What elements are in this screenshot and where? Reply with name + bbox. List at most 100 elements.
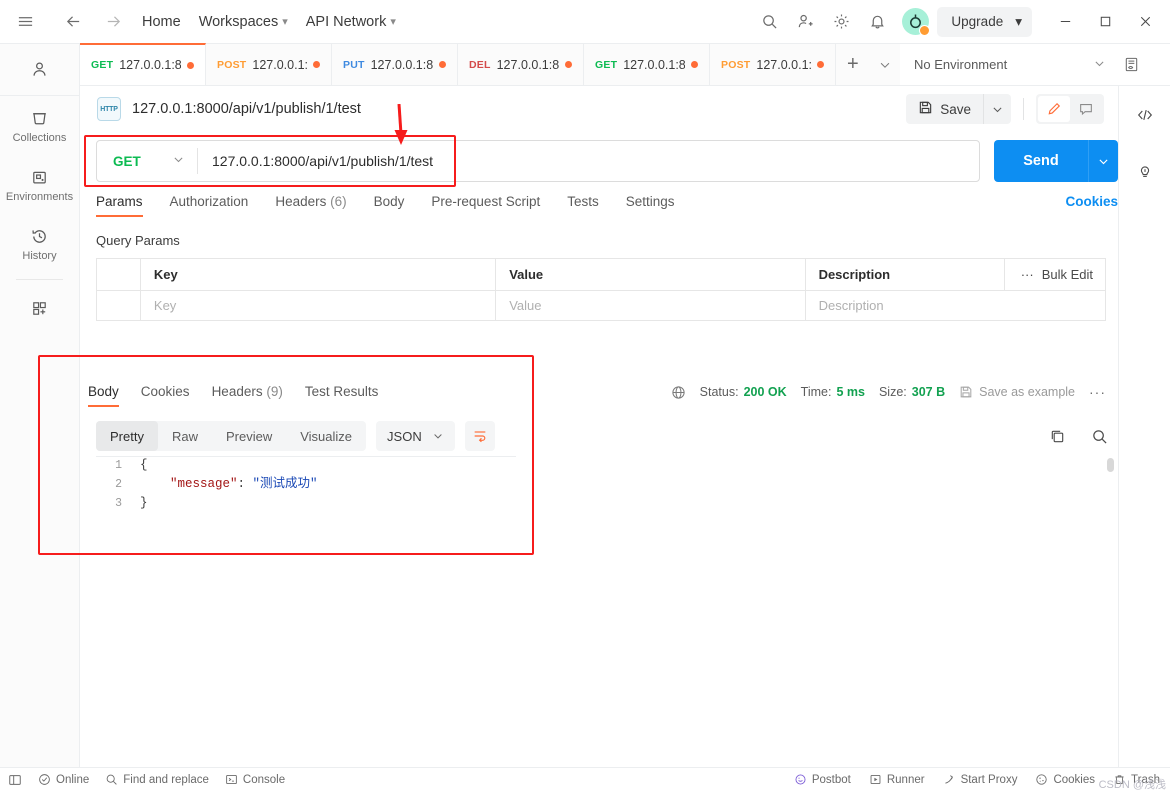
cookies-link[interactable]: Cookies [1065, 194, 1118, 209]
console-button[interactable]: Console [225, 773, 285, 786]
row-value-input[interactable]: Value [496, 291, 806, 321]
start-proxy-button[interactable]: Start Proxy [943, 773, 1017, 786]
trash-label: Trash [1131, 773, 1160, 786]
response-format-selector[interactable]: JSON [376, 421, 455, 451]
tab-settings[interactable]: Settings [626, 194, 675, 217]
arrow-left-icon[interactable] [56, 5, 90, 39]
table-header-row: Key Value Description ··· Bulk Edit [97, 259, 1106, 291]
search-icon[interactable] [752, 5, 786, 39]
request-tab[interactable]: GET 127.0.0.1:800( [80, 43, 206, 85]
sidebar-item-new[interactable] [0, 286, 79, 329]
view-mode-raw[interactable]: Raw [158, 421, 212, 451]
tab-pre-request-script[interactable]: Pre-request Script [431, 194, 540, 217]
comment-icon[interactable] [1070, 96, 1102, 122]
minimize-button[interactable] [1046, 5, 1084, 39]
tab-tests[interactable]: Tests [567, 194, 599, 217]
tab-pre-request-script-label: Pre-request Script [431, 194, 541, 209]
header-description: Description [805, 259, 1006, 291]
tab-body[interactable]: Body [374, 194, 405, 217]
find-and-replace-button[interactable]: Find and replace [105, 773, 209, 786]
arrow-right-icon[interactable] [96, 5, 130, 39]
upgrade-button[interactable]: Upgrade ▾ [937, 6, 1032, 37]
runner-button[interactable]: Runner [869, 773, 925, 786]
time-meta: Time: 5 ms [801, 385, 865, 399]
chevron-down-icon[interactable] [870, 44, 900, 85]
hamburger-icon[interactable] [8, 5, 42, 39]
maximize-button[interactable] [1086, 5, 1124, 39]
request-tab[interactable]: POST 127.0.0.1:800( [710, 44, 836, 85]
view-mode-preview[interactable]: Preview [212, 421, 286, 451]
sidebar-item-environments[interactable]: Environments [0, 155, 79, 214]
row-key-input[interactable]: Key [140, 291, 497, 321]
response-tab-cookies[interactable]: Cookies [141, 384, 190, 407]
code-token-brace-close: } [140, 496, 148, 510]
send-button[interactable]: Send [994, 140, 1088, 182]
time-value: 5 ms [836, 385, 865, 399]
view-mode-pretty[interactable]: Pretty [96, 421, 158, 451]
bulk-edit-button[interactable]: ··· Bulk Edit [1005, 259, 1106, 291]
tab-params[interactable]: Params [96, 194, 143, 217]
cookies-button[interactable]: Cookies [1035, 773, 1095, 786]
row-description-input[interactable]: Description [805, 291, 1105, 321]
url-input[interactable]: 127.0.0.1:8000/api/v1/publish/1/test [198, 153, 979, 169]
request-tab[interactable]: PUT 127.0.0.1:800( [332, 44, 458, 85]
code-icon[interactable] [1128, 98, 1162, 132]
save-group: Save [906, 94, 1118, 124]
code-scrollbar[interactable] [1107, 458, 1114, 472]
gear-icon[interactable] [824, 5, 858, 39]
sidebar-item-history[interactable]: History [0, 214, 79, 273]
close-button[interactable] [1126, 5, 1164, 39]
code-token-brace-open: { [140, 458, 148, 472]
request-tab[interactable]: GET 127.0.0.1:800( [584, 44, 710, 85]
save-options-caret[interactable] [983, 94, 1011, 124]
postbot-button[interactable]: Postbot [794, 773, 851, 786]
bell-icon[interactable] [860, 5, 894, 39]
size-label: Size: [878, 385, 907, 399]
word-wrap-icon[interactable] [464, 421, 495, 451]
tab-method: GET [91, 59, 114, 71]
response-more-button[interactable]: ··· [1089, 384, 1106, 400]
request-tab[interactable]: DEL 127.0.0.1:800( [458, 44, 584, 85]
request-tab[interactable]: POST 127.0.0.1:800( [206, 44, 332, 85]
avatar[interactable] [902, 8, 931, 36]
sidebar-item-collections[interactable]: Collections [0, 96, 79, 155]
response-tab-test-results[interactable]: Test Results [305, 384, 379, 407]
trash-button[interactable]: Trash [1113, 773, 1160, 786]
tab-authorization[interactable]: Authorization [170, 194, 249, 217]
nav-api-network-label: API Network [305, 13, 387, 30]
postbot-label: Postbot [811, 773, 851, 786]
tab-headers[interactable]: Headers (6) [275, 194, 346, 217]
nav-home[interactable]: Home [136, 10, 187, 34]
sidebar-profile[interactable] [0, 44, 79, 96]
sidebar-divider [16, 279, 63, 280]
response-tab-body[interactable]: Body [88, 384, 119, 407]
status-label: Status: [699, 385, 739, 399]
save-button[interactable]: Save [906, 94, 983, 124]
tab-method: GET [595, 58, 618, 71]
code-line: { [140, 456, 1116, 475]
pencil-icon[interactable] [1038, 96, 1070, 122]
view-mode-visualize[interactable]: Visualize [286, 421, 366, 451]
copy-icon[interactable] [1044, 423, 1070, 449]
method-selector[interactable]: GET [97, 153, 197, 169]
response-tab-headers[interactable]: Headers (9) [212, 384, 283, 407]
sidebar-label-collections: Collections [12, 132, 67, 144]
panel-toggle-icon[interactable] [8, 773, 22, 787]
response-body-code[interactable]: 1 2 3 { "message": "测试成功" } [96, 456, 1116, 512]
request-title[interactable]: 127.0.0.1:8000/api/v1/publish/1/test [132, 101, 361, 117]
nav-workspaces[interactable]: Workspaces ▾ [193, 10, 294, 34]
right-sidebar [1118, 86, 1170, 767]
online-label: Online [56, 773, 90, 786]
row-checkbox-cell[interactable] [97, 291, 141, 321]
user-plus-icon[interactable] [788, 5, 822, 39]
environment-selector[interactable]: No Environment [914, 51, 1114, 79]
save-as-example-button[interactable]: Save as example [959, 385, 1075, 399]
send-options-caret[interactable] [1088, 140, 1118, 182]
nav-api-network[interactable]: API Network ▾ [300, 10, 402, 34]
online-status[interactable]: Online [38, 773, 89, 786]
lightbulb-icon[interactable] [1128, 154, 1162, 188]
search-icon[interactable] [1086, 423, 1112, 449]
code-token-key: "message" [170, 477, 238, 491]
environment-quick-look-icon[interactable] [1114, 50, 1148, 80]
new-tab-button[interactable]: + [836, 44, 870, 85]
